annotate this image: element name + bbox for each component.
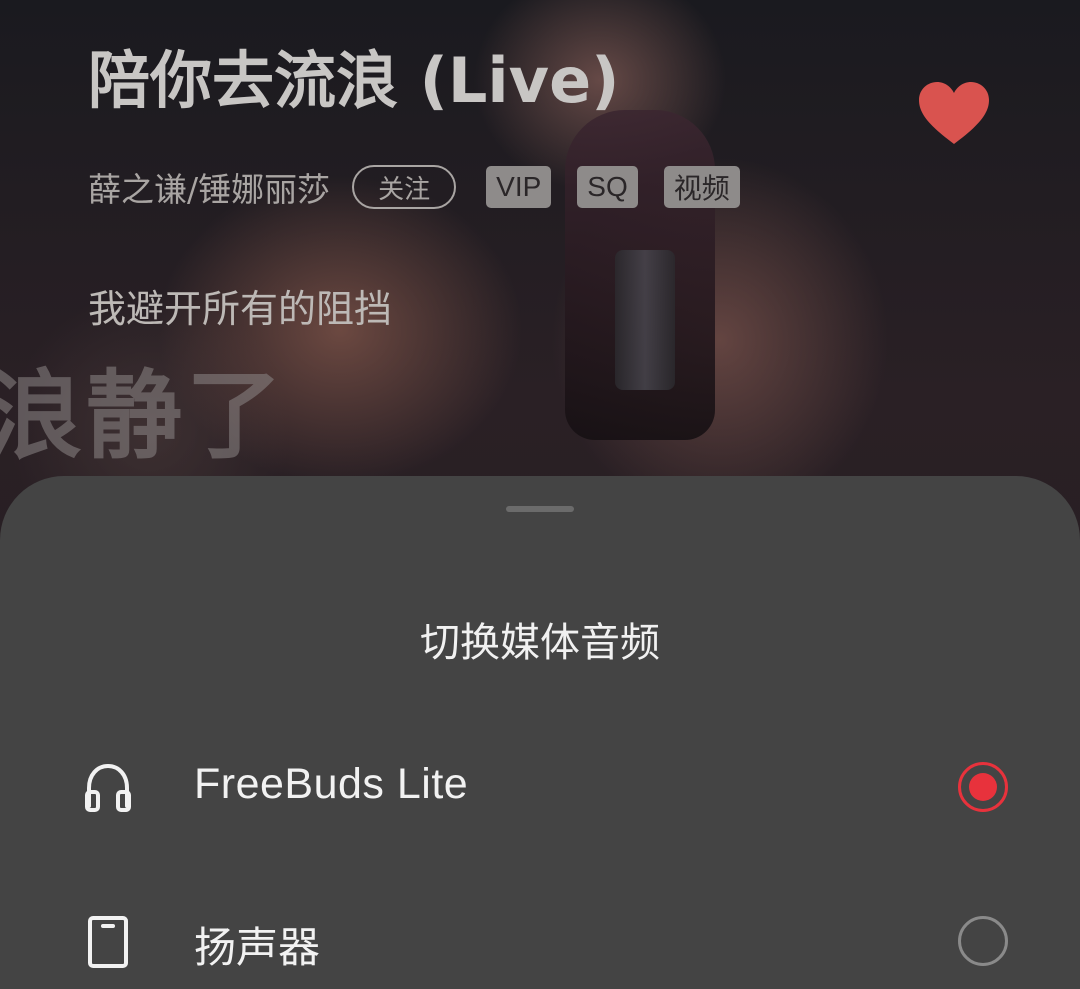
heart-icon[interactable] bbox=[916, 80, 992, 148]
sq-quality-badge: SQ bbox=[577, 166, 638, 208]
headphones-icon bbox=[85, 763, 131, 812]
current-lyric[interactable]: 我避开所有的阻挡 bbox=[88, 278, 392, 333]
follow-button[interactable]: 关注 bbox=[352, 165, 457, 209]
radio-selected[interactable] bbox=[958, 762, 1008, 812]
microphone-grille bbox=[615, 250, 675, 390]
song-title: 陪你去流浪 (Live) bbox=[88, 44, 620, 117]
artist-name[interactable]: 薛之谦/锤娜丽莎 bbox=[88, 163, 330, 211]
device-label: 扬声器 bbox=[194, 923, 321, 972]
device-option-speaker[interactable]: 扬声器 bbox=[0, 890, 1080, 989]
vip-badge: VIP bbox=[486, 166, 552, 208]
video-badge[interactable]: 视频 bbox=[663, 166, 740, 208]
artist-row: 薛之谦/锤娜丽莎 关注 VIP SQ 视频 bbox=[88, 162, 740, 212]
player-screen: 浪静了 陪你去流浪 (Live) 薛之谦/锤娜丽莎 关注 VIP SQ 视频 我… bbox=[0, 0, 1080, 989]
device-label: FreeBuds Lite bbox=[194, 760, 469, 808]
phone-speaker-icon bbox=[88, 916, 128, 968]
video-subtitle: 浪静了 bbox=[0, 359, 286, 472]
sheet-title: 切换媒体音频 bbox=[420, 620, 660, 666]
sheet-drag-handle[interactable] bbox=[506, 506, 574, 512]
radio-unselected[interactable] bbox=[958, 916, 1008, 966]
device-option-freebuds[interactable]: FreeBuds Lite bbox=[0, 736, 1080, 836]
audio-output-sheet: 切换媒体音频 FreeBuds Lite 扬声器 bbox=[0, 476, 1080, 989]
